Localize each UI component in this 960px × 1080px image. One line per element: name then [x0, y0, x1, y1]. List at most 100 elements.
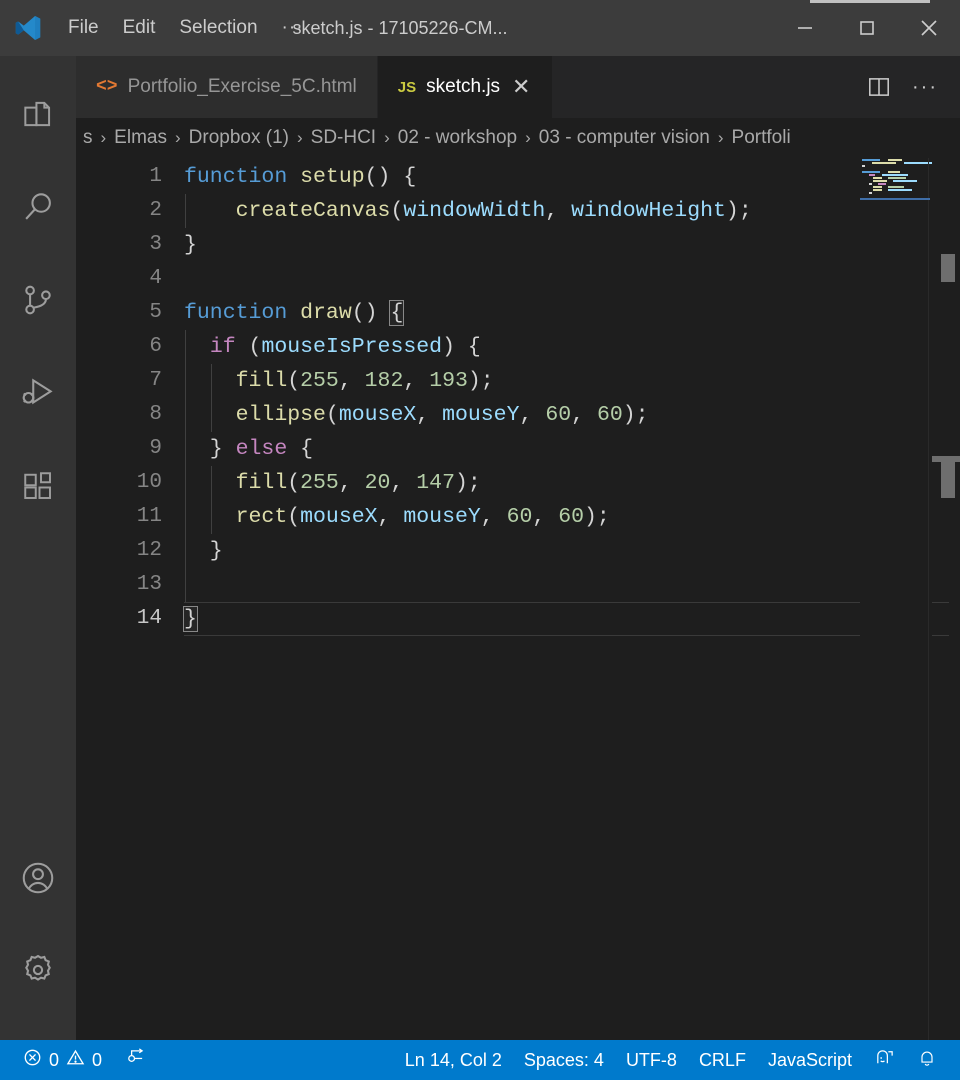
status-cursor-position[interactable]: Ln 14, Col 2: [394, 1040, 513, 1080]
code-line-11[interactable]: rect(mouseX, mouseY, 60, 60);: [184, 500, 960, 534]
minimap-border: [928, 158, 929, 1040]
editor-more-actions-button[interactable]: ···: [904, 56, 946, 118]
code-line-5[interactable]: function draw() {: [184, 296, 960, 330]
status-indentation[interactable]: Spaces: 4: [513, 1040, 615, 1080]
matching-brace: {: [389, 300, 405, 326]
activity-source-control[interactable]: [0, 256, 76, 349]
code-line-1[interactable]: function setup() {: [184, 160, 960, 194]
minimap-segment: [871, 162, 896, 164]
code-token: ,: [338, 471, 365, 495]
activity-accounts[interactable]: [0, 834, 76, 926]
code-token: }: [184, 233, 197, 257]
split-editor-icon[interactable]: [858, 56, 900, 118]
breadcrumb-leading[interactable]: s: [82, 127, 94, 149]
minimize-icon[interactable]: [774, 0, 836, 56]
breadcrumb: s › Elmas › Dropbox (1) › SD-HCI › 02 - …: [76, 118, 960, 158]
line-number-4: 4: [149, 267, 162, 290]
minimap-segment: [862, 165, 865, 167]
code-line-10[interactable]: fill(255, 20, 147);: [184, 466, 960, 500]
indent-guide: [185, 466, 186, 500]
close-icon[interactable]: [898, 0, 960, 56]
editor-vertical-scrollbar[interactable]: [932, 158, 960, 1040]
window-controls: [774, 0, 960, 56]
minimap-segment: [862, 177, 871, 179]
minimap-segment: [882, 159, 886, 161]
code-content[interactable]: function setup() { createCanvas(windowWi…: [183, 158, 960, 1040]
menu-overflow-button[interactable]: ···: [270, 12, 316, 44]
code-token: );: [725, 199, 752, 223]
code-token: 182: [364, 369, 404, 393]
activity-extensions[interactable]: [0, 442, 76, 535]
code-token: 60: [558, 505, 585, 529]
code-token: ,: [390, 471, 417, 495]
scrollbar-thumb-upper[interactable]: [941, 254, 955, 282]
status-feedback[interactable]: [863, 1040, 906, 1080]
breadcrumb-item-2[interactable]: SD-HCI: [310, 127, 377, 149]
tab-close-icon[interactable]: ✕: [510, 76, 532, 98]
minimap-line: [862, 192, 932, 194]
status-notifications[interactable]: [906, 1040, 948, 1080]
maximize-icon[interactable]: [836, 0, 898, 56]
minimap-line: [862, 171, 932, 173]
tab-portfolio-exercise-5c-html[interactable]: <> Portfolio_Exercise_5C.html: [76, 56, 378, 118]
code-line-14[interactable]: }: [183, 602, 949, 636]
code-token: ,: [338, 369, 365, 393]
minimap-line: [862, 168, 932, 170]
activity-bar: [0, 56, 76, 1040]
code-token: 60: [506, 505, 533, 529]
bell-icon: [917, 1048, 937, 1073]
code-line-12[interactable]: }: [184, 534, 960, 568]
menu-file[interactable]: File: [56, 12, 111, 44]
code-line-13[interactable]: [184, 568, 960, 602]
breadcrumb-item-0[interactable]: Elmas: [113, 127, 168, 149]
breadcrumb-separator-icon: ›: [525, 128, 531, 147]
indent-guide: [211, 364, 212, 398]
code-token: rect: [235, 505, 288, 529]
activity-settings[interactable]: [0, 926, 76, 1018]
minimap-segment: [893, 180, 917, 182]
menu-selection[interactable]: Selection: [167, 12, 269, 44]
code-token: fill: [235, 471, 288, 495]
code-token: () {: [364, 165, 417, 189]
code-token: ,: [416, 403, 443, 427]
code-token: mouseX: [338, 403, 417, 427]
activity-explorer[interactable]: [0, 70, 76, 163]
error-icon: [23, 1048, 42, 1072]
breadcrumb-item-1[interactable]: Dropbox (1): [188, 127, 290, 149]
minimap-segment: [869, 192, 872, 194]
scrollbar-thumb-lower[interactable]: [941, 462, 955, 498]
code-line-6[interactable]: if (mouseIsPressed) {: [184, 330, 960, 364]
minimap[interactable]: [860, 158, 932, 1040]
status-problems[interactable]: 0 0: [12, 1040, 113, 1080]
code-line-2[interactable]: createCanvas(windowWidth, windowHeight);: [184, 194, 960, 228]
tab-sketch-js[interactable]: JS sketch.js ✕: [377, 56, 554, 118]
error-count: 0: [49, 1049, 60, 1070]
text-editor[interactable]: 1 2 3 4 5 6 7 8 9 10 11 12 13 14 function setup() { c…: [76, 158, 960, 1040]
activity-run-debug[interactable]: [0, 349, 76, 442]
tab-bar: <> Portfolio_Exercise_5C.html JS sketch.…: [76, 56, 960, 118]
activity-search[interactable]: [0, 163, 76, 256]
code-line-8[interactable]: ellipse(mouseX, mouseY, 60, 60);: [184, 398, 960, 432]
line-number-gutter: 1 2 3 4 5 6 7 8 9 10 11 12 13 14: [76, 158, 184, 1040]
code-line-9[interactable]: } else {: [184, 432, 960, 466]
minimap-segment: [884, 177, 886, 179]
indent-guide: [185, 500, 186, 534]
code-line-7[interactable]: fill(255, 182, 193);: [184, 364, 960, 398]
breadcrumb-item-4[interactable]: 03 - computer vision: [538, 127, 711, 149]
status-encoding[interactable]: UTF-8: [615, 1040, 688, 1080]
status-eol[interactable]: CRLF: [688, 1040, 757, 1080]
breadcrumb-item-5[interactable]: Portfoli: [731, 127, 792, 149]
menu-edit[interactable]: Edit: [111, 12, 168, 44]
files-icon: [19, 95, 57, 138]
indent-guide: [185, 432, 186, 466]
code-token: 193: [429, 369, 468, 393]
status-language-mode[interactable]: JavaScript: [757, 1040, 863, 1080]
breadcrumb-item-3[interactable]: 02 - workshop: [397, 127, 518, 149]
more-actions-label: ···: [912, 76, 938, 98]
code-line-4[interactable]: [184, 262, 960, 296]
status-ports[interactable]: [113, 1040, 156, 1080]
account-icon: [19, 859, 57, 902]
line-number-1: 1: [149, 165, 162, 188]
code-line-3[interactable]: }: [184, 228, 960, 262]
